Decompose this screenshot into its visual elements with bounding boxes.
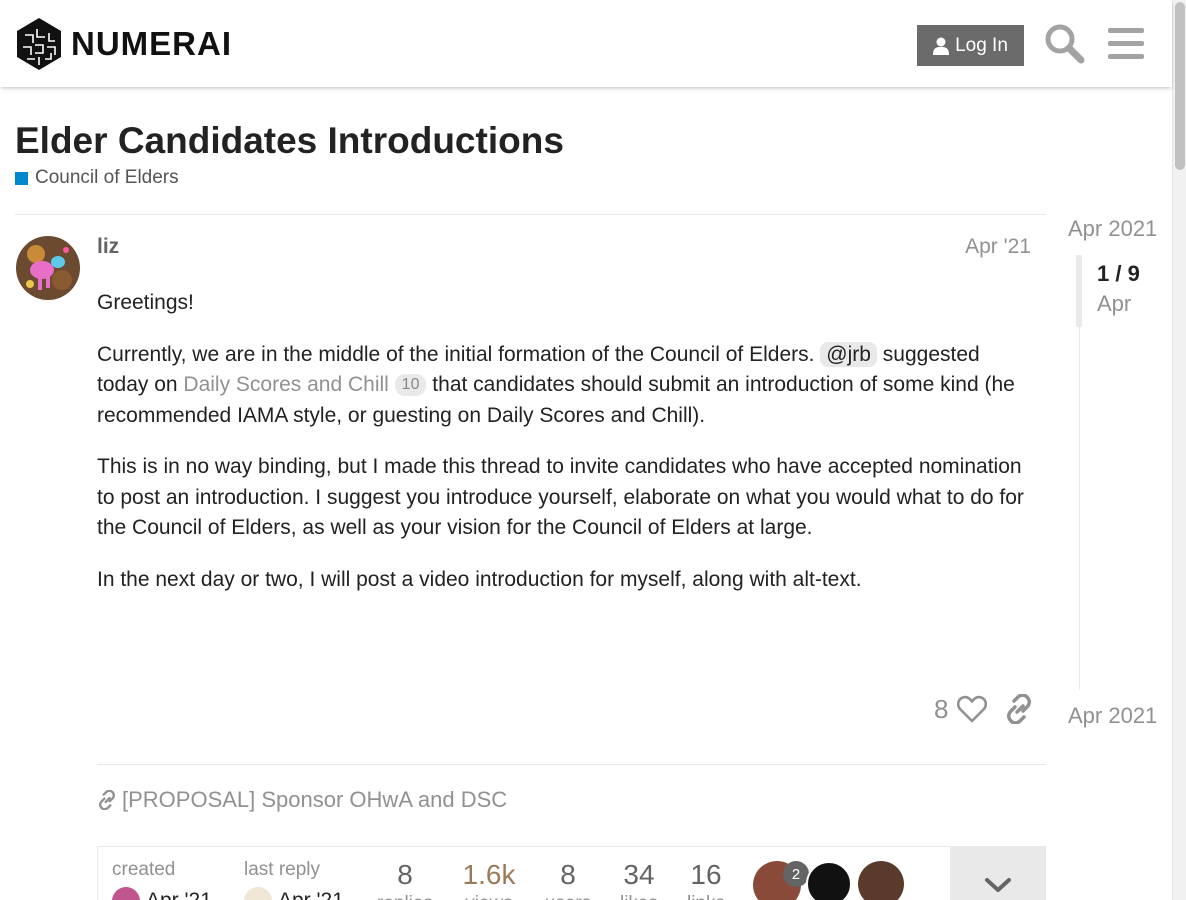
category-name: Council of Elders — [35, 167, 179, 188]
stat-views: 1.6k views — [454, 859, 524, 900]
topic-link[interactable]: Daily Scores and Chill — [183, 373, 388, 396]
avatar[interactable] — [858, 861, 904, 900]
login-button[interactable]: Log In — [917, 25, 1024, 66]
avatar[interactable] — [244, 887, 272, 900]
link-icon[interactable] — [1005, 694, 1033, 724]
hamburger-menu-icon[interactable] — [1106, 22, 1148, 64]
linked-topic-title: [PROPOSAL] Sponsor OHwA and DSC — [122, 787, 508, 812]
stat-replies: 8 replies — [373, 859, 437, 900]
site-header: NUMERAI Log In — [0, 0, 1172, 87]
expand-topic-map-button[interactable] — [950, 847, 1046, 900]
stat-users: 8 users — [538, 859, 598, 900]
timeline-handle[interactable] — [1076, 255, 1082, 327]
topic-map: created Apr '21 last reply Apr '21 8 rep… — [97, 846, 1046, 900]
post-paragraph-2: This is in no way binding, but I made th… — [97, 455, 1024, 539]
timeline-position-date: Apr — [1097, 291, 1132, 316]
avatar-image — [16, 236, 80, 300]
post-body: Greetings! Currently, we are in the midd… — [97, 288, 1027, 616]
scrollbar-thumb[interactable] — [1175, 2, 1185, 170]
linked-topic[interactable]: [PROPOSAL] Sponsor OHwA and DSC — [97, 787, 507, 813]
numerai-logo[interactable]: NUMERAI — [15, 17, 232, 71]
created-date: Apr '21 — [146, 889, 212, 900]
post-text: Currently, we are in the middle of the i… — [97, 342, 821, 366]
category-color-square — [15, 171, 28, 185]
stat-number: 1.6k — [462, 859, 516, 890]
numerai-logo-icon — [17, 18, 61, 70]
divider — [97, 764, 1046, 765]
last-reply-info: last reply Apr '21 — [244, 859, 344, 900]
stat-number: 8 — [560, 859, 576, 890]
heart-icon[interactable] — [957, 695, 987, 723]
created-info: created Apr '21 — [112, 859, 212, 900]
timeline-position: 1 / 9 — [1097, 261, 1140, 286]
post-username[interactable]: liz — [97, 235, 119, 259]
link-click-count: 10 — [394, 374, 427, 396]
like-count[interactable]: 8 — [934, 694, 948, 725]
timeline-end-date[interactable]: Apr 2021 — [1068, 703, 1157, 729]
category-badge[interactable]: Council of Elders — [15, 167, 179, 189]
link-icon — [99, 790, 115, 810]
user-mention[interactable]: @jrb — [820, 341, 877, 367]
stat-label: likes — [612, 893, 666, 900]
search-icon[interactable] — [1043, 22, 1085, 64]
stat-number: 16 — [690, 859, 722, 890]
stat-label: replies — [373, 893, 437, 900]
stat-number: 34 — [623, 859, 655, 890]
last-reply-label: last reply — [244, 859, 321, 880]
stat-number: 8 — [397, 859, 413, 890]
topic-title[interactable]: Elder Candidates Introductions — [15, 120, 564, 162]
last-reply-date: Apr '21 — [278, 889, 344, 900]
avatar[interactable]: 2 — [753, 861, 809, 900]
post-greeting: Greetings! — [97, 291, 194, 314]
stat-likes: 34 likes — [612, 859, 666, 900]
stat-label: links — [680, 893, 732, 900]
brand-name: NUMERAI — [71, 25, 232, 62]
post-paragraph-3: In the next day or two, I will post a vi… — [97, 567, 862, 591]
stat-label: users — [538, 893, 598, 900]
timeline-start-date[interactable]: Apr 2021 — [1068, 216, 1157, 242]
user-icon — [933, 37, 950, 55]
avatar[interactable] — [112, 887, 140, 900]
page-scrollbar[interactable] — [1172, 0, 1186, 900]
divider — [15, 214, 1046, 215]
chevron-down-icon — [985, 878, 1011, 892]
post-paragraph-1: Currently, we are in the middle of the i… — [97, 340, 1027, 432]
stat-label: views — [454, 893, 524, 900]
post-date[interactable]: Apr '21 — [965, 235, 1031, 259]
avatar[interactable] — [16, 236, 80, 300]
avatar[interactable] — [806, 861, 852, 900]
stat-links: 16 links — [680, 859, 732, 900]
login-label: Log In — [955, 34, 1008, 56]
created-label: created — [112, 859, 176, 880]
